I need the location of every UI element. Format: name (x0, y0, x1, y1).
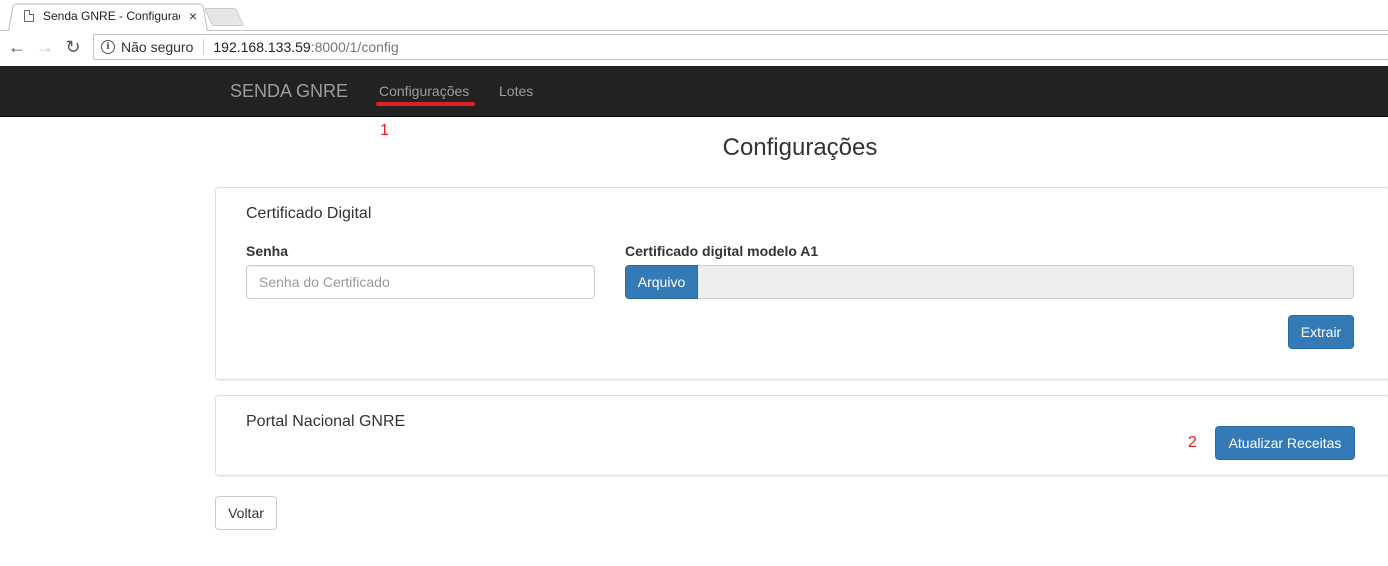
address-bar[interactable]: i Não seguro 192.168.133.59 :8000/1/conf… (93, 34, 1388, 60)
new-tab-button[interactable] (203, 8, 245, 26)
panel-title: Certificado Digital (246, 205, 372, 222)
certificado-panel: Certificado Digital Senha Certificado di… (215, 187, 1388, 380)
browser-toolbar: ← → ↻ i Não seguro 192.168.133.59 :8000/… (0, 31, 1388, 65)
tab-title: Senda GNRE - Configurações (43, 9, 180, 23)
page-icon (24, 10, 34, 22)
url-host: 192.168.133.59 (213, 39, 311, 55)
file-input-group[interactable]: Arquivo (625, 265, 1354, 299)
nav-link-configuracoes[interactable]: Configurações (379, 83, 469, 99)
address-separator (203, 39, 205, 55)
page-title: Configurações (722, 134, 878, 161)
portal-panel: Portal Nacional GNRE 2 Atualizar Receita… (215, 395, 1388, 476)
arquivo-button[interactable]: Arquivo (625, 265, 698, 299)
senha-input[interactable] (246, 265, 595, 299)
file-name-display[interactable] (698, 265, 1354, 299)
certificado-label: Certificado digital modelo A1 (625, 243, 819, 259)
app-navbar: SENDA GNRE Configurações Lotes (0, 66, 1388, 117)
extrair-button[interactable]: Extrair (1288, 315, 1354, 349)
atualizar-receitas-button[interactable]: Atualizar Receitas (1215, 426, 1355, 460)
close-icon[interactable]: × (186, 9, 200, 23)
forward-arrow-icon[interactable]: → (34, 36, 56, 58)
url-path: :8000/1/config (310, 39, 399, 55)
browser-tab-content[interactable]: Senda GNRE - Configurações × (24, 6, 200, 26)
annotation-underline (376, 102, 475, 106)
info-icon[interactable]: i (101, 40, 115, 54)
security-label[interactable]: Não seguro (121, 39, 193, 55)
brand-link[interactable]: SENDA GNRE (230, 81, 348, 102)
annotation-marker-2: 2 (1188, 434, 1197, 451)
senha-label: Senha (246, 243, 289, 259)
back-arrow-icon[interactable]: ← (6, 36, 28, 58)
voltar-button[interactable]: Voltar (215, 496, 277, 530)
browser-tabstrip: Senda GNRE - Configurações × (0, 0, 1388, 31)
reload-icon[interactable]: ↻ (62, 36, 84, 58)
panel-title: Portal Nacional GNRE (246, 413, 406, 430)
nav-link-lotes[interactable]: Lotes (499, 83, 533, 99)
